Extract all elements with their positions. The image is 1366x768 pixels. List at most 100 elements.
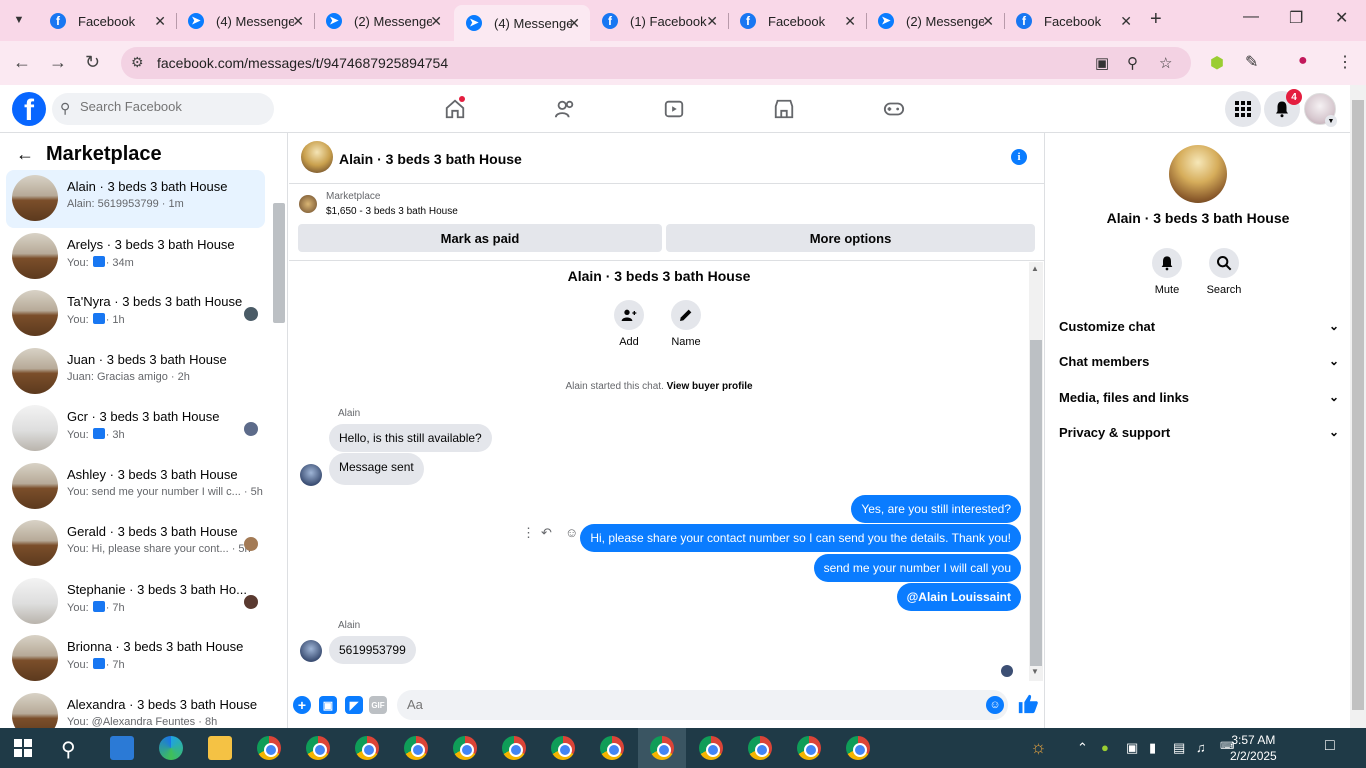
conversation-item[interactable]: Gerald · 3 beds 3 bath House You: Hi, pl… bbox=[6, 515, 265, 573]
zoom-icon[interactable]: ⚲ bbox=[1127, 54, 1138, 72]
sidebar-scrollbar[interactable] bbox=[272, 193, 286, 723]
profile-icon[interactable]: ● bbox=[1298, 52, 1308, 70]
volume-icon[interactable]: ♫ bbox=[1196, 740, 1206, 755]
conversation-item[interactable]: Juan · 3 beds 3 bath House Juan: Gracias… bbox=[6, 343, 265, 401]
mute-action[interactable]: Mute bbox=[1142, 248, 1192, 296]
page-scrollbar[interactable] bbox=[1350, 85, 1366, 728]
chrome-icon[interactable] bbox=[551, 736, 575, 760]
view-buyer-profile-link[interactable]: View buyer profile bbox=[667, 381, 753, 392]
mark-as-paid-button[interactable]: Mark as paid bbox=[298, 224, 662, 252]
bookmark-star-icon[interactable]: ☆ bbox=[1159, 54, 1172, 72]
tab-search-menu-icon[interactable]: ▼ bbox=[8, 9, 30, 31]
browser-tab-active[interactable]: ➤ (4) Messenger ✕ bbox=[454, 5, 590, 41]
sender-avatar[interactable] bbox=[300, 640, 322, 662]
info-icon[interactable]: i bbox=[1011, 149, 1027, 165]
rename-action[interactable]: Name bbox=[661, 300, 711, 348]
battery-icon[interactable]: ▮ bbox=[1149, 740, 1156, 756]
plus-icon[interactable]: + bbox=[293, 696, 311, 714]
tray-app-icon[interactable]: ● bbox=[1101, 740, 1109, 755]
bell-icon[interactable] bbox=[1152, 248, 1182, 278]
gif-icon[interactable]: GIF bbox=[369, 696, 387, 714]
reload-icon[interactable]: ↻ bbox=[85, 52, 100, 73]
conversation-item[interactable]: Alexandra · 3 beds 3 bath House You: @Al… bbox=[6, 688, 265, 728]
browser-tab[interactable]: ➤ (4) Messenger ✕ bbox=[176, 6, 314, 36]
browser-tab[interactable]: ➤ (2) Messenger ✕ bbox=[866, 6, 1004, 36]
sticker-icon[interactable]: ◤ bbox=[345, 696, 363, 714]
network-icon[interactable]: ▤ bbox=[1173, 740, 1185, 756]
conversation-item[interactable]: Ashley · 3 beds 3 bath House You: send m… bbox=[6, 458, 265, 516]
privacy-support-section[interactable]: Privacy & support ⌄ bbox=[1059, 425, 1339, 447]
forward-arrow-icon[interactable]: → bbox=[49, 52, 67, 73]
back-arrow-icon[interactable]: ← bbox=[16, 144, 34, 165]
conversation-item[interactable]: Alain · 3 beds 3 bath House Alain: 56199… bbox=[6, 170, 265, 228]
close-icon[interactable]: ✕ bbox=[292, 13, 304, 30]
outgoing-message[interactable]: @Alain Louissaint bbox=[896, 583, 1021, 611]
chrome-icon[interactable] bbox=[748, 736, 772, 760]
chrome-icon[interactable] bbox=[355, 736, 379, 760]
incoming-message[interactable]: Message sent bbox=[329, 453, 424, 485]
conversation-item[interactable]: Arelys · 3 beds 3 bath House You: · 34m bbox=[6, 228, 265, 286]
close-icon[interactable]: ✕ bbox=[430, 13, 442, 30]
outgoing-message[interactable]: Yes, are you still interested? bbox=[851, 495, 1021, 523]
edge-icon[interactable] bbox=[159, 736, 183, 760]
extensions-puzzle-icon[interactable]: ✎ bbox=[1245, 52, 1258, 72]
close-icon[interactable]: ✕ bbox=[844, 13, 856, 30]
search-input[interactable] bbox=[80, 99, 260, 114]
message-input[interactable] bbox=[407, 697, 967, 712]
back-arrow-icon[interactable]: ← bbox=[13, 52, 31, 73]
file-explorer-icon[interactable] bbox=[208, 736, 232, 760]
browser-tab[interactable]: f (1) Facebook ✕ bbox=[590, 6, 728, 36]
chrome-icon[interactable] bbox=[502, 736, 526, 760]
install-app-icon[interactable]: ▣ bbox=[1095, 54, 1109, 72]
scrollbar-thumb[interactable] bbox=[1030, 340, 1042, 666]
url-text[interactable]: facebook.com/messages/t/9474687925894754 bbox=[157, 55, 448, 71]
media-files-links-section[interactable]: Media, files and links ⌄ bbox=[1059, 390, 1339, 412]
react-emoji-icon[interactable]: ☺ bbox=[565, 525, 578, 540]
chrome-icon[interactable] bbox=[797, 736, 821, 760]
chevron-down-icon[interactable]: ▼ bbox=[1325, 115, 1337, 127]
minimize-icon[interactable]: — bbox=[1243, 8, 1259, 26]
scrollbar-thumb[interactable] bbox=[273, 203, 285, 323]
window-close-icon[interactable]: ✕ bbox=[1335, 8, 1348, 28]
thumbs-up-icon[interactable] bbox=[1017, 693, 1039, 715]
outgoing-message[interactable]: send me your number I will call you bbox=[813, 554, 1021, 582]
facebook-search[interactable]: ⚲ bbox=[52, 93, 274, 125]
pencil-icon[interactable] bbox=[671, 300, 701, 330]
browser-tab[interactable]: f Facebook ✕ bbox=[1004, 6, 1142, 36]
conversation-item[interactable]: Gcr · 3 beds 3 bath House You: · 3h bbox=[6, 400, 265, 458]
menu-grid-icon[interactable] bbox=[1225, 91, 1261, 127]
friends-icon[interactable] bbox=[553, 97, 577, 121]
customize-chat-section[interactable]: Customize chat ⌄ bbox=[1059, 319, 1339, 341]
chat-title[interactable]: Alain · 3 beds 3 bath House bbox=[339, 151, 522, 167]
chat-members-section[interactable]: Chat members ⌄ bbox=[1059, 354, 1339, 376]
browser-menu-icon[interactable]: ⋮ bbox=[1337, 52, 1353, 72]
conversation-avatar[interactable] bbox=[1169, 145, 1227, 203]
new-tab-icon[interactable]: + bbox=[1150, 8, 1162, 31]
chrome-icon[interactable] bbox=[600, 736, 624, 760]
incoming-message[interactable]: Hello, is this still available? bbox=[329, 424, 492, 452]
video-icon[interactable] bbox=[662, 97, 686, 121]
marketplace-icon[interactable] bbox=[772, 97, 796, 121]
search-action[interactable]: Search bbox=[1199, 248, 1249, 296]
more-actions-icon[interactable]: ⋮ bbox=[522, 525, 535, 541]
windows-start-icon[interactable] bbox=[14, 739, 32, 757]
scrollbar-thumb[interactable] bbox=[1352, 100, 1364, 710]
search-icon[interactable] bbox=[1209, 248, 1239, 278]
extension-icon[interactable]: ⬢ bbox=[1210, 53, 1224, 73]
chrome-icon[interactable] bbox=[846, 736, 870, 760]
chrome-icon[interactable] bbox=[257, 736, 281, 760]
weather-icon[interactable]: ☼ bbox=[1030, 737, 1047, 758]
photo-icon[interactable]: ▣ bbox=[319, 696, 337, 714]
add-member-action[interactable]: Add bbox=[604, 300, 654, 348]
close-icon[interactable]: ✕ bbox=[568, 15, 580, 32]
restore-icon[interactable]: ❐ bbox=[1289, 8, 1303, 28]
sender-avatar[interactable] bbox=[300, 464, 322, 486]
close-icon[interactable]: ✕ bbox=[706, 13, 718, 30]
more-options-button[interactable]: More options bbox=[666, 224, 1035, 252]
scroll-down-icon[interactable]: ▼ bbox=[1031, 667, 1039, 676]
chrome-icon-active[interactable] bbox=[650, 736, 674, 760]
close-icon[interactable]: ✕ bbox=[1120, 13, 1132, 30]
site-info-icon[interactable]: ⚙ bbox=[131, 54, 144, 71]
emoji-icon[interactable]: ☺ bbox=[986, 696, 1004, 714]
facebook-logo-icon[interactable]: f bbox=[12, 92, 46, 126]
